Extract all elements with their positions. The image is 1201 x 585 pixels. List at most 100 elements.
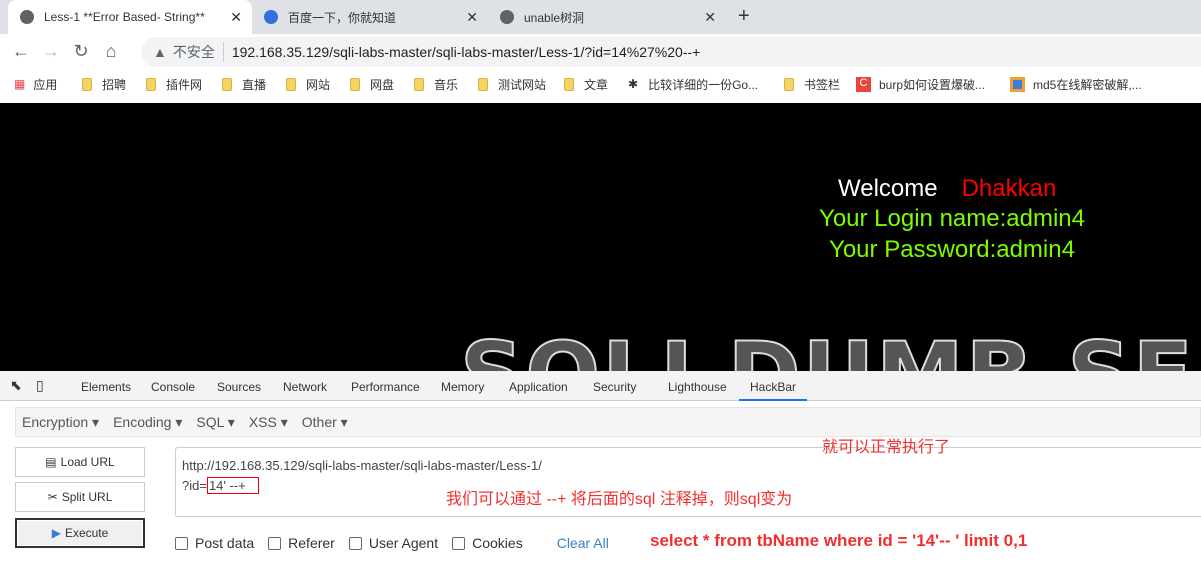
hackbar-options: Post data Referer User Agent Cookies Cle…: [175, 535, 609, 551]
button-label: Load URL: [60, 455, 115, 469]
bookmark-label: 书签栏: [804, 77, 841, 92]
bookmark[interactable]: 测试网站: [478, 76, 546, 93]
menu-xss[interactable]: XSS ▾: [249, 414, 288, 431]
back-icon[interactable]: ←: [6, 41, 36, 62]
clear-all-link[interactable]: Clear All: [557, 535, 609, 551]
apps-icon: ▦: [14, 77, 26, 91]
tab-title: Less-1 **Error Based- String**: [44, 10, 205, 24]
menu-label: Other: [301, 413, 337, 430]
bookmark-label: 文章: [584, 77, 609, 92]
user-name: Dhakkan: [961, 175, 1057, 202]
play-icon: ▶: [51, 526, 61, 540]
new-tab-button[interactable]: +: [738, 5, 750, 28]
inspect-icon[interactable]: ⬉: [10, 377, 22, 394]
devtools-tab[interactable]: Console: [151, 380, 195, 394]
load-url-button[interactable]: ▤ Load URL: [15, 447, 145, 477]
bookmark[interactable]: 书签栏: [784, 76, 840, 93]
bookmark[interactable]: 网站: [286, 76, 330, 93]
checkbox[interactable]: [452, 536, 466, 550]
devtools-tab-active[interactable]: HackBar: [739, 380, 808, 401]
option-label: Post data: [195, 535, 255, 551]
url-prefix: ?id=: [182, 478, 207, 493]
bookmark-label: md5在线解密破解,...: [1033, 77, 1142, 92]
devtools-tab[interactable]: Application: [509, 380, 568, 394]
bookmark-label: 网盘: [370, 77, 395, 92]
folder-icon: [414, 77, 424, 91]
menu-encryption[interactable]: Encryption ▾: [22, 414, 99, 431]
csdn-icon: C: [856, 76, 871, 92]
menu-other[interactable]: Other ▾: [302, 414, 348, 431]
devtools-tab[interactable]: Security: [593, 380, 636, 394]
highlighted-payload: 14' --+: [206, 477, 259, 494]
checkbox[interactable]: [175, 536, 188, 550]
welcome-text: Welcome Dhakkan: [838, 175, 1056, 203]
user-agent-checkbox[interactable]: User Agent: [348, 535, 439, 551]
annotation: select * from tbName where id = '14'-- '…: [650, 531, 1028, 550]
bookmark-label: 音乐: [434, 77, 459, 92]
annotation: 就可以正常执行了: [822, 439, 951, 456]
bookmark[interactable]: 网盘: [350, 76, 394, 93]
bookmark[interactable]: 文章: [564, 76, 608, 93]
menu-label: Encryption: [22, 413, 89, 430]
bookmark[interactable]: md5在线解密破解,...: [1010, 76, 1142, 93]
bookmark[interactable]: 招聘: [82, 76, 126, 93]
folder-icon: [82, 77, 92, 91]
bookmark[interactable]: Cburp如何设置爆破...: [856, 76, 985, 93]
browser-tab[interactable]: unable树洞 ✕: [488, 0, 726, 34]
close-icon[interactable]: ✕: [704, 9, 716, 26]
bookmark-label: 插件网: [166, 77, 203, 92]
password: Your Password:admin4: [829, 236, 1075, 263]
split-url-button[interactable]: ✂ Split URL: [15, 482, 145, 512]
devtools-tab[interactable]: Sources: [217, 380, 261, 394]
menu-label: XSS: [248, 413, 277, 430]
post-data-checkbox[interactable]: Post data: [175, 535, 254, 551]
home-icon[interactable]: ⌂: [96, 41, 126, 62]
annotation: 我们可以通过 --+ 将后面的sql 注释掉，则sql变为: [446, 491, 793, 508]
globe-icon: [500, 10, 514, 24]
devtools-tab[interactable]: Elements: [81, 380, 131, 394]
bookmark-apps[interactable]: ▦ 应用: [14, 76, 57, 93]
url-line: http://192.168.35.129/sqli-labs-master/s…: [182, 458, 542, 473]
execute-button[interactable]: ▶ Execute: [15, 518, 145, 548]
bookmarks-bar: ▦ 应用 招聘 插件网 直播 网站 网盘 音乐 测试网站 文章 ✱ 比较详细的一份G…: [0, 68, 1201, 100]
hackbar-menu: Encryption ▾ Encoding ▾ SQL ▾ XSS ▾ Othe…: [15, 407, 1201, 437]
folder-icon: [222, 77, 232, 91]
login-name: Your Login name:admin4: [819, 205, 1085, 232]
option-label: User Agent: [368, 535, 439, 551]
bookmark[interactable]: 直播: [222, 76, 266, 93]
referer-checkbox[interactable]: Referer: [268, 535, 335, 551]
close-icon[interactable]: ✕: [466, 9, 478, 26]
close-icon[interactable]: ✕: [230, 9, 242, 26]
device-icon[interactable]: ▯: [36, 377, 44, 394]
tab-title: 百度一下，你就知道: [288, 10, 397, 25]
forward-icon[interactable]: →: [36, 41, 66, 62]
menu-label: Encoding: [113, 413, 172, 430]
reload-icon[interactable]: ↻: [66, 41, 96, 62]
checkbox[interactable]: [268, 536, 282, 550]
folder-icon: [286, 77, 296, 91]
menu-sql[interactable]: SQL ▾: [196, 414, 234, 431]
bookmark-label: burp如何设置爆破...: [879, 77, 986, 92]
bookmark-label: 直播: [242, 77, 267, 92]
devtools-tabbar: ⬉ ▯ Elements Console Sources Network Per…: [0, 371, 1201, 401]
cookies-checkbox[interactable]: Cookies: [452, 535, 523, 551]
menu-label: SQL: [196, 413, 224, 430]
bookmark[interactable]: 插件网: [146, 76, 202, 93]
md5-icon: [1010, 76, 1025, 92]
sqli-logo: SQLI DUMB SER: [459, 322, 1201, 371]
devtools-tab[interactable]: Lighthouse: [668, 380, 727, 394]
browser-tab[interactable]: Less-1 **Error Based- String** ✕: [8, 0, 252, 34]
menu-encoding[interactable]: Encoding ▾: [113, 414, 182, 431]
devtools-tab[interactable]: Memory: [441, 380, 484, 394]
tab-title: unable树洞: [524, 10, 585, 25]
bookmark[interactable]: ✱ 比较详细的一份Go...: [628, 76, 758, 93]
scissors-icon: ✂: [47, 490, 58, 504]
devtools-tab[interactable]: Performance: [351, 380, 420, 394]
address-bar[interactable]: ▲ 不安全 192.168.35.129/sqli-labs-master/sq…: [141, 37, 1201, 67]
warning-icon: ▲: [153, 44, 167, 60]
devtools-tab[interactable]: Network: [283, 380, 327, 394]
browser-tab[interactable]: 百度一下，你就知道 ✕: [252, 0, 488, 34]
checkbox[interactable]: [348, 536, 362, 550]
bookmark[interactable]: 音乐: [414, 76, 458, 93]
bookmark-label: 测试网站: [498, 77, 547, 92]
